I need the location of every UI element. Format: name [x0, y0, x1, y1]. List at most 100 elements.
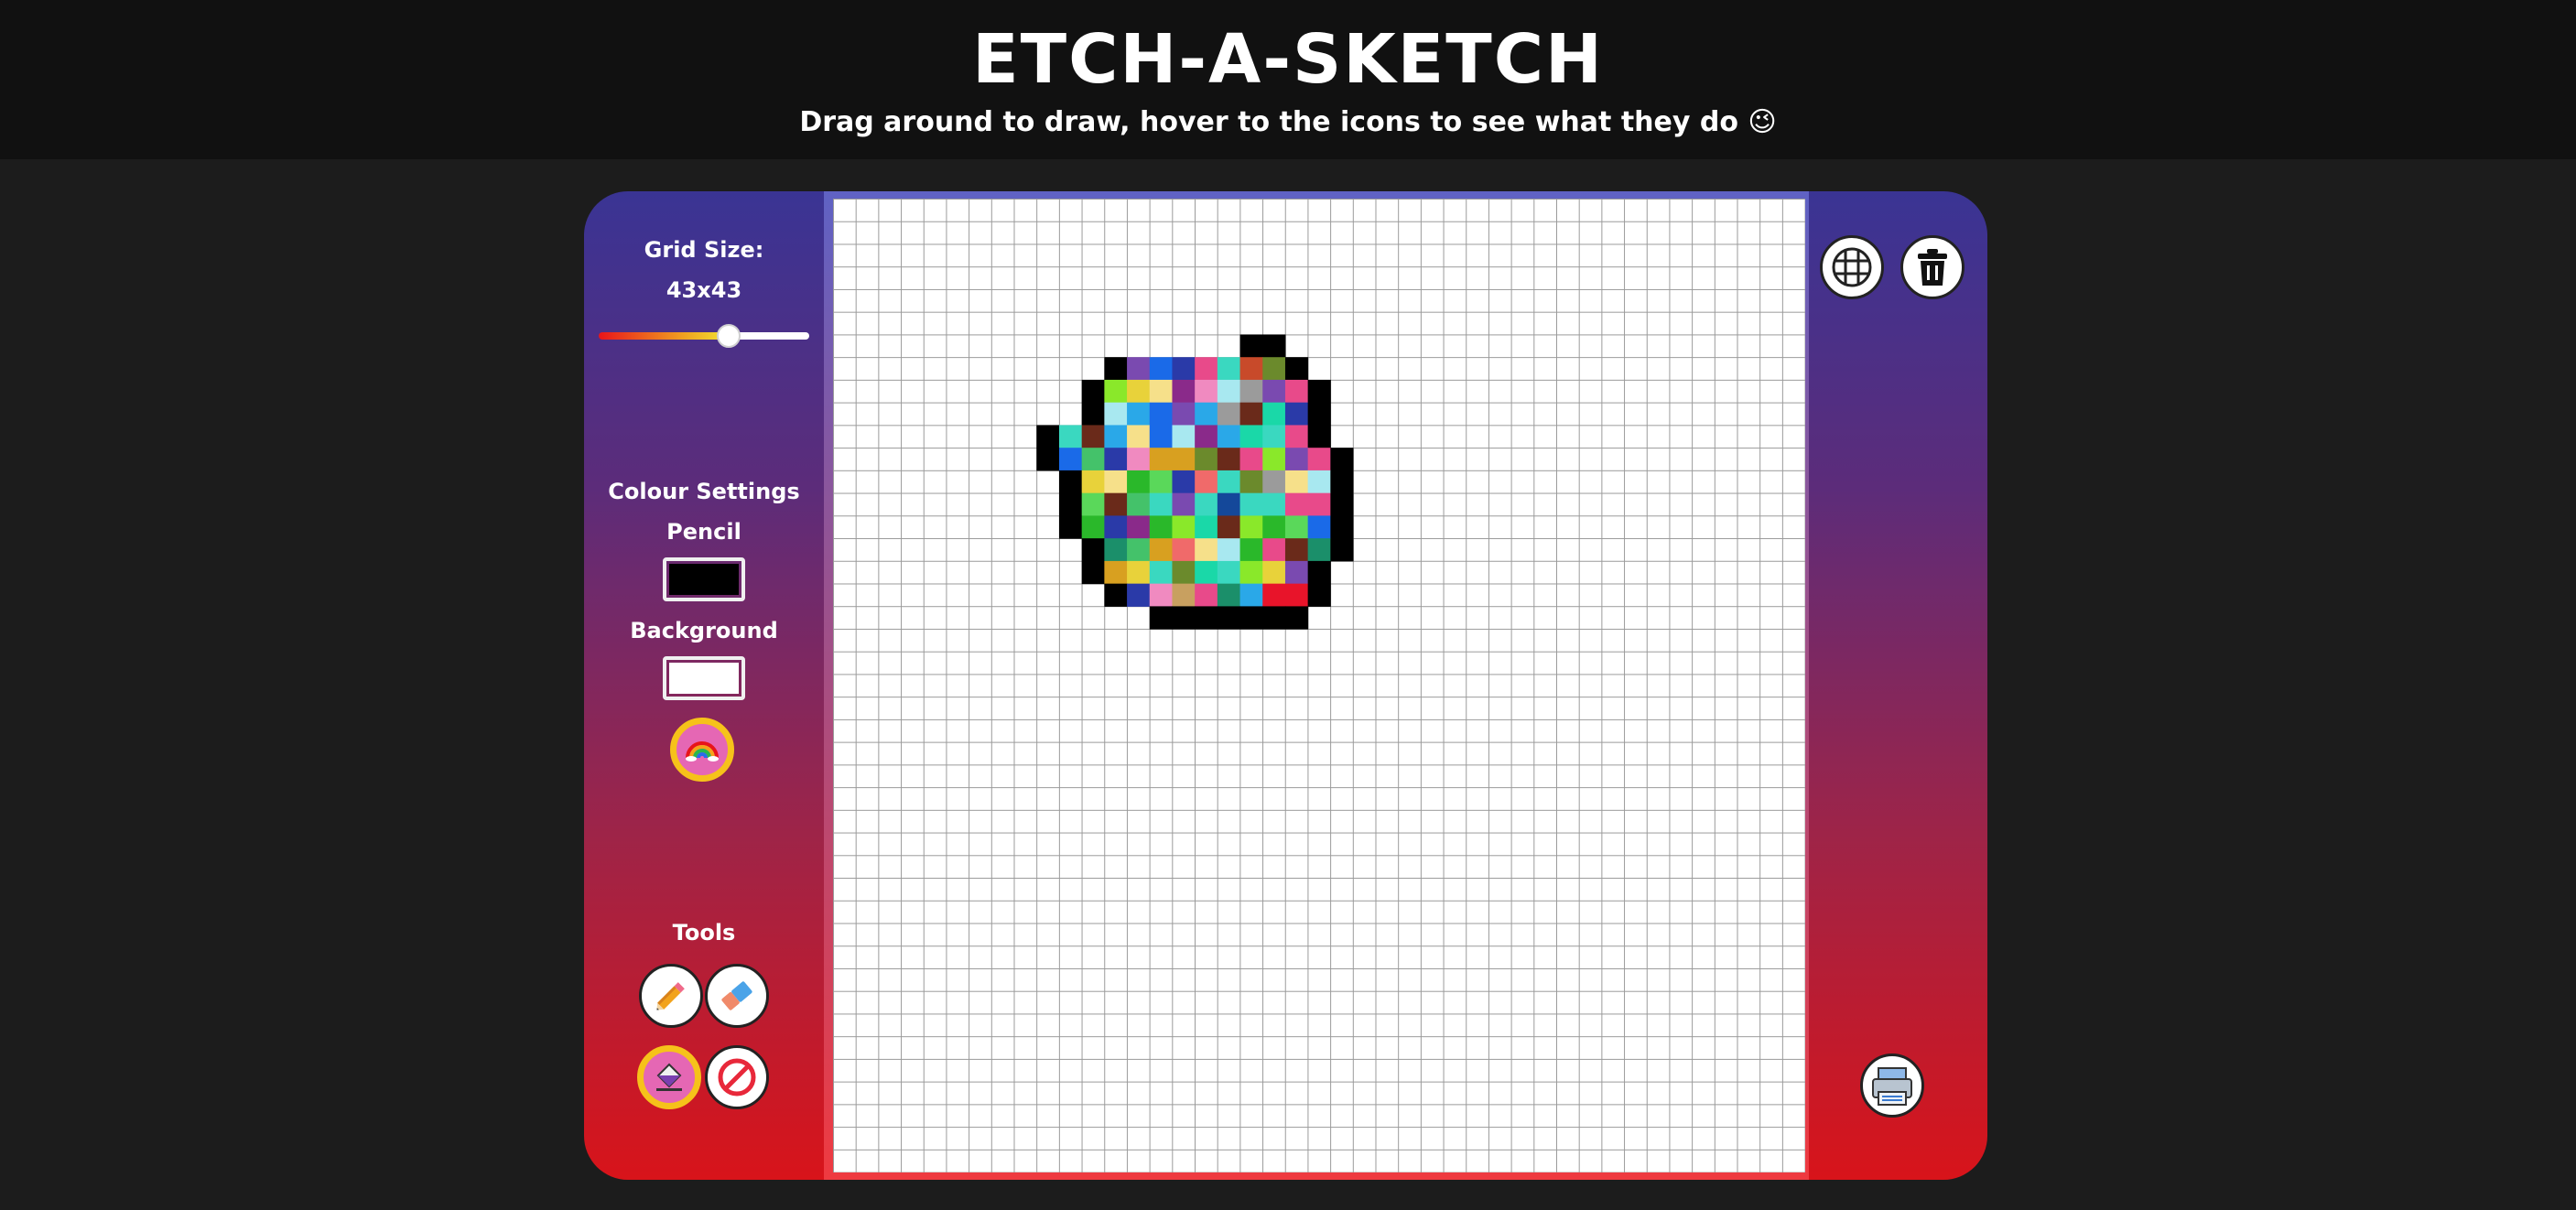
- grid-size-slider[interactable]: [599, 324, 809, 348]
- pencil-colour-swatch: [669, 564, 739, 595]
- grid-cell: [1284, 515, 1309, 539]
- grid-toggle-button[interactable]: [1820, 235, 1884, 299]
- grid-cell: [1149, 357, 1173, 381]
- grid-cell: [1172, 583, 1196, 607]
- actions-sidebar: [1809, 191, 1987, 1180]
- clear-grid-button[interactable]: [1900, 235, 1964, 299]
- rainbow-icon: [686, 741, 719, 762]
- grid-cell: [1239, 470, 1263, 494]
- grid-cell: [1307, 583, 1331, 607]
- grid-cell: [1330, 470, 1354, 494]
- disable-tool-button[interactable]: [705, 1045, 769, 1109]
- grid-cell: [1284, 425, 1309, 448]
- rainbow-mode-button[interactable]: [670, 718, 734, 782]
- grid-cell: [1284, 606, 1309, 630]
- grid-cell: [1239, 379, 1263, 404]
- grid-cell: [1104, 357, 1128, 381]
- grid-cell: [1239, 357, 1263, 381]
- grid-cell: [1172, 538, 1196, 562]
- background-colour-swatch: [669, 663, 739, 694]
- grid-cell: [1330, 492, 1354, 516]
- pencil-colour-picker[interactable]: [663, 557, 745, 601]
- grid-cell: [1172, 560, 1196, 585]
- grid-size-label: Grid Size:: [644, 237, 764, 263]
- grid-cell: [1081, 379, 1105, 404]
- grid-cell: [1217, 448, 1241, 471]
- grid-cell: [1217, 515, 1241, 539]
- grid-cell: [1127, 515, 1151, 539]
- save-button[interactable]: [1860, 1053, 1924, 1118]
- grid-cell: [1239, 402, 1263, 426]
- grid-cell: [1284, 470, 1309, 494]
- grid-cell: [1262, 425, 1286, 448]
- grid-cell: [1104, 425, 1128, 448]
- grid-cell: [1104, 448, 1128, 471]
- grid-cell: [1307, 448, 1331, 471]
- colour-settings-label: Colour Settings: [608, 479, 800, 504]
- background-colour-picker[interactable]: [663, 656, 745, 700]
- grid-cell: [1081, 470, 1105, 494]
- grid-cell: [1058, 425, 1083, 448]
- grid-cell: [1284, 583, 1309, 607]
- grid-cell: [1149, 583, 1173, 607]
- settings-sidebar: Grid Size: 43x43 Colour Settings Pencil …: [584, 191, 824, 1180]
- grid-cell: [1330, 538, 1354, 562]
- grid-cell: [1195, 583, 1218, 607]
- grid-cell: [1239, 538, 1263, 562]
- grid-cell: [1172, 402, 1196, 426]
- grid-cell: [1217, 492, 1241, 516]
- grid-cell: [1104, 470, 1128, 494]
- drawing-grid[interactable]: [833, 199, 1805, 1172]
- grid-cell: [1195, 470, 1218, 494]
- drawing-layer: [1036, 334, 1354, 630]
- grid-cell: [1195, 379, 1218, 404]
- grid-cell: [1239, 583, 1263, 607]
- grid-cell: [1081, 448, 1105, 471]
- grid-cell: [1195, 492, 1218, 516]
- pencil-tool-button[interactable]: [639, 964, 703, 1028]
- canvas-frame: [824, 191, 1809, 1180]
- grid-icon: [1832, 247, 1872, 287]
- grid-cell: [1104, 402, 1128, 426]
- fill-bucket-icon: [656, 1063, 682, 1091]
- grid-cell: [1307, 379, 1331, 404]
- eraser-icon: [721, 981, 752, 1010]
- grid-cell: [1239, 606, 1263, 630]
- page-title: ETCH-A-SKETCH: [972, 20, 1604, 99]
- grid-cell: [1262, 402, 1286, 426]
- grid-cell: [1127, 379, 1151, 404]
- grid-cell: [1149, 538, 1173, 562]
- grid-cell: [1217, 606, 1241, 630]
- grid-cell: [1172, 492, 1196, 516]
- grid-cell: [1149, 425, 1173, 448]
- grid-cell: [1104, 515, 1128, 539]
- grid-cell: [1172, 357, 1196, 381]
- grid-cell: [1307, 515, 1331, 539]
- grid-cell: [1217, 357, 1241, 381]
- grid-cell: [1149, 470, 1173, 494]
- grid-cell: [1195, 515, 1218, 539]
- grid-cell: [1036, 425, 1060, 448]
- grid-cell: [1172, 448, 1196, 471]
- grid-cell: [1217, 560, 1241, 585]
- grid-cell: [1262, 492, 1286, 516]
- fill-tool-button[interactable]: [637, 1045, 701, 1109]
- grid-cell: [1284, 402, 1309, 426]
- grid-cell: [1262, 334, 1286, 358]
- grid-size-slider-thumb[interactable]: [716, 324, 741, 348]
- pencil-colour-label: Pencil: [666, 519, 741, 545]
- grid-cell: [1307, 492, 1331, 516]
- grid-cell: [1239, 560, 1263, 585]
- background-colour-label: Background: [630, 618, 778, 643]
- eraser-tool-button[interactable]: [705, 964, 769, 1028]
- grid-cell: [1239, 448, 1263, 471]
- grid-cell: [1217, 583, 1241, 607]
- grid-cell: [1195, 448, 1218, 471]
- grid-cell: [1195, 357, 1218, 381]
- grid-cell: [1081, 425, 1105, 448]
- grid-cell: [1262, 560, 1286, 585]
- grid-cell: [1262, 538, 1286, 562]
- page-subtitle: Drag around to draw, hover to the icons …: [799, 106, 1777, 138]
- grid-cell: [1307, 560, 1331, 585]
- grid-cell: [1195, 402, 1218, 426]
